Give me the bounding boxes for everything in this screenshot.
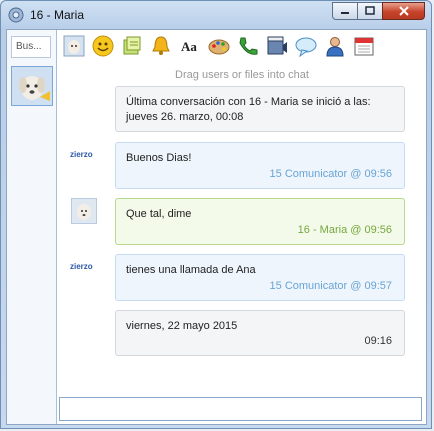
message-text: Que tal, dime [126, 208, 192, 220]
message-bubble: Buenos Dias! 15 Comunicator @ 09:56 [115, 142, 405, 189]
message-text: Buenos Dias! [126, 152, 192, 164]
palette-icon[interactable] [207, 34, 231, 58]
contact-photo-icon[interactable] [62, 34, 86, 58]
message-meta: 16 - Maria @ 09:56 [297, 224, 392, 236]
window-title: 16 - Maria [30, 8, 85, 22]
maximize-icon [365, 6, 375, 15]
maria-avatar [71, 198, 97, 224]
font-icon[interactable]: Aa [178, 34, 202, 58]
svg-text:Aa: Aa [181, 39, 197, 54]
message-text: tienes una llamada de Ana [126, 264, 256, 276]
message-input[interactable] [59, 397, 422, 421]
message-bubble: Que tal, dime 16 - Maria @ 09:56 [115, 198, 405, 245]
day-separator-date: viernes, 22 mayo 2015 [126, 320, 238, 332]
last-conversation-line1: Última conversación con 16 - Maria se in… [126, 96, 371, 108]
message-bubble: tienes una llamada de Ana 15 Comunicator… [115, 254, 405, 301]
last-conversation-note: Última conversación con 16 - Maria se in… [115, 86, 405, 132]
app-gear-icon[interactable] [8, 7, 24, 23]
sender-logo: zierzo [70, 262, 93, 271]
chat-toolbar: Aa [62, 34, 381, 58]
message-meta: 15 Comunicator @ 09:56 [269, 168, 392, 180]
drag-hint-text: Drag users or files into chat [175, 69, 309, 81]
dog-avatar-icon [77, 204, 91, 220]
contact-avatar[interactable] [11, 66, 53, 106]
title-bar[interactable]: 16 - Maria [1, 1, 431, 29]
files-icon[interactable] [120, 34, 144, 58]
sender-logo: zierzo [70, 150, 93, 159]
phone-icon[interactable] [236, 34, 260, 58]
smiley-icon[interactable] [91, 34, 115, 58]
bell-icon[interactable] [149, 34, 173, 58]
client-area: Bus... Aa Drag users or files into chat … [6, 29, 427, 425]
chat-window: 16 - Maria Bus... Aa Drag users or files… [0, 0, 432, 429]
day-separator-time: 09:16 [364, 335, 392, 347]
message-meta: 15 Comunicator @ 09:57 [269, 280, 392, 292]
user-icon[interactable] [323, 34, 347, 58]
maximize-button[interactable] [357, 2, 383, 20]
minimize-button[interactable] [332, 2, 358, 20]
video-icon[interactable] [265, 34, 289, 58]
last-conversation-line2: jueves 26. marzo, 00:08 [126, 111, 244, 123]
contact-sidebar: Bus... [7, 30, 57, 424]
contact-search-input[interactable]: Bus... [11, 36, 51, 58]
day-separator: viernes, 22 mayo 2015 09:16 [115, 310, 405, 356]
dog-avatar-icon [12, 67, 52, 105]
close-icon [398, 6, 409, 16]
close-button[interactable] [382, 2, 425, 20]
minimize-icon [341, 12, 349, 14]
calendar-icon[interactable] [352, 34, 376, 58]
speech-bubble-icon[interactable] [294, 34, 318, 58]
